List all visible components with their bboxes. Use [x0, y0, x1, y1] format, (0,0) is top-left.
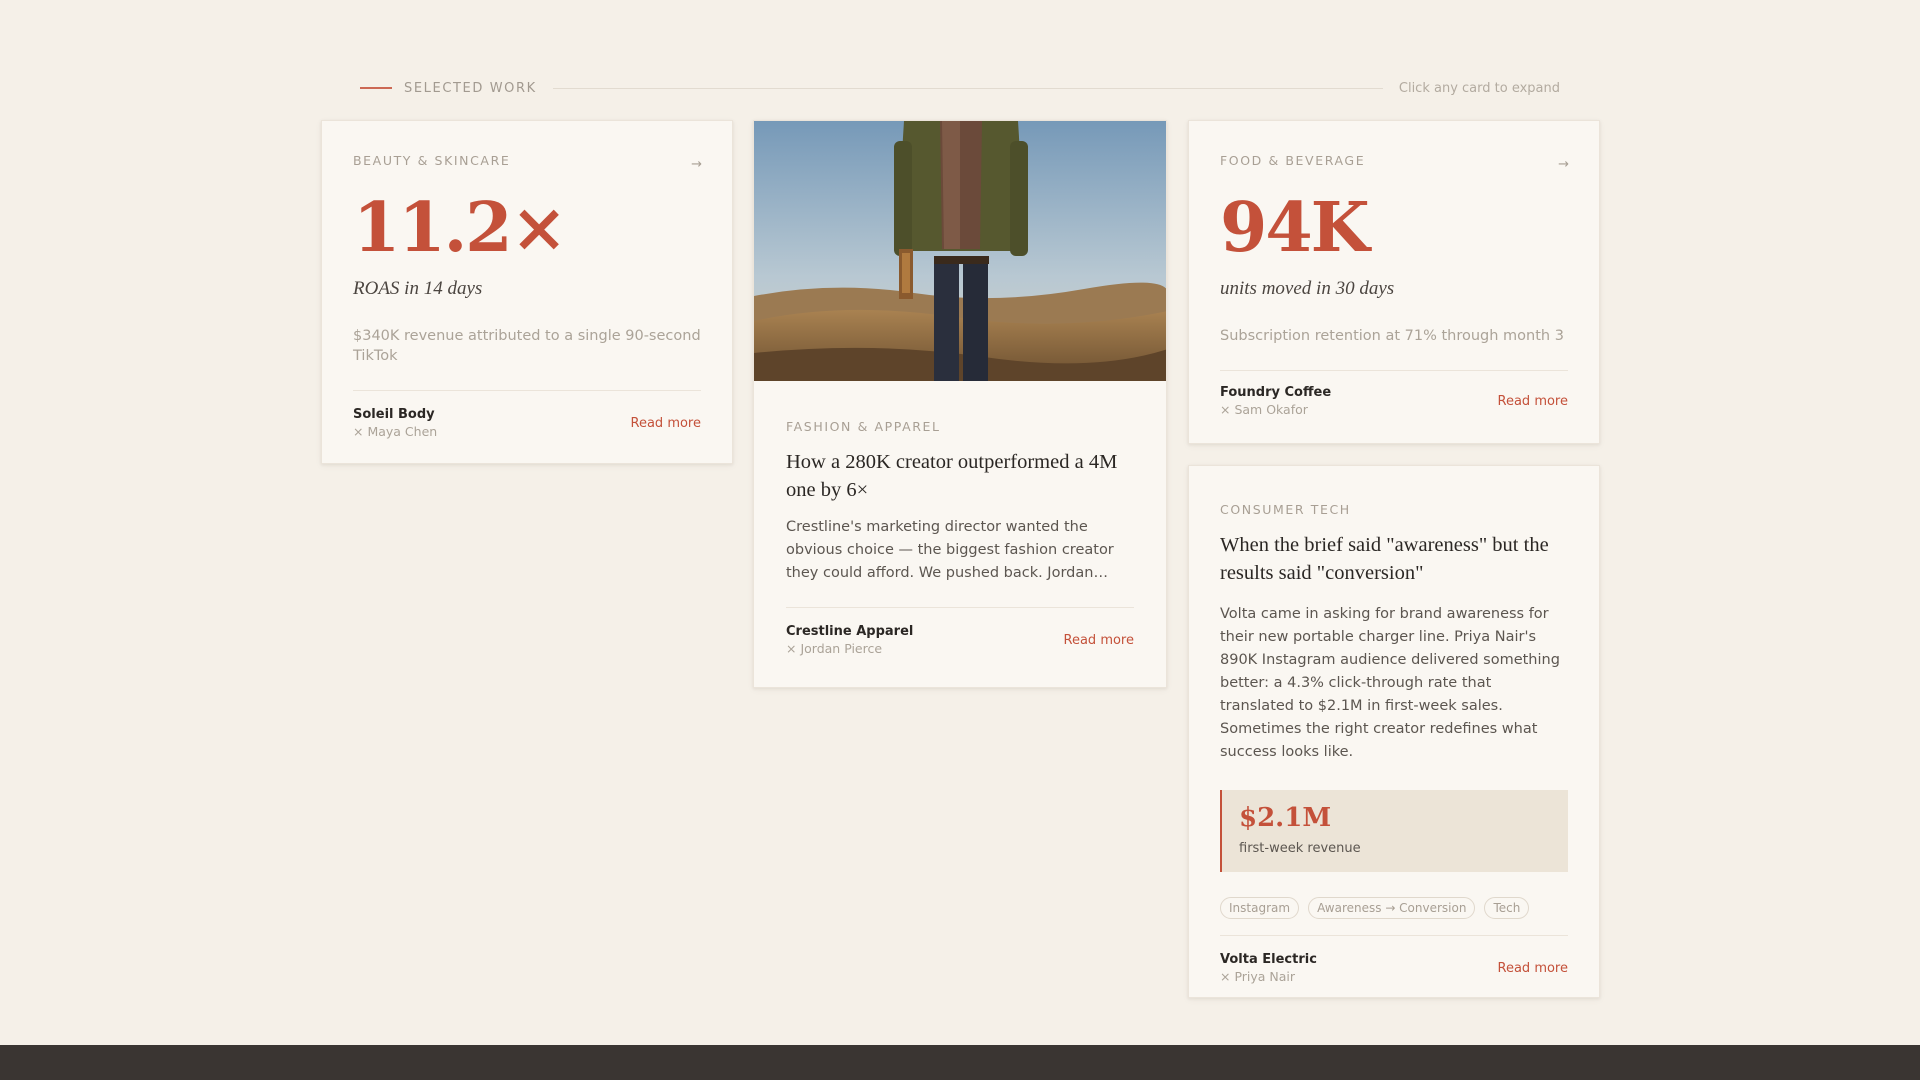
section-header: SELECTED WORK Click any card to expand: [360, 80, 1560, 96]
arrow-right-icon[interactable]: →: [691, 157, 702, 172]
footer-bar: [0, 1045, 1920, 1080]
card-client-info: Foundry Coffee × Sam Okafor: [1220, 385, 1331, 417]
card-client-info: Crestline Apparel × Jordan Pierce: [786, 624, 913, 656]
case-study-card-crestline-apparel[interactable]: FASHION & APPAREL How a 280K creator out…: [753, 120, 1167, 688]
case-study-card-soleil-body[interactable]: BEAUTY & SKINCARE → 11.2× ROAS in 14 day…: [321, 120, 733, 464]
section-divider: [552, 87, 1383, 89]
card-client-info: Volta Electric × Priya Nair: [1220, 952, 1317, 984]
card-divider: [353, 390, 701, 391]
card-headline: How a 280K creator outperformed a 4M one…: [786, 451, 1118, 501]
creator-name: × Jordan Pierce: [786, 641, 883, 656]
creator-name: × Maya Chen: [353, 424, 438, 439]
read-more-link[interactable]: Read more: [1498, 394, 1568, 409]
metric-label: first-week revenue: [1239, 840, 1361, 856]
section-accent-line: [360, 87, 392, 89]
section-title: SELECTED WORK: [404, 80, 537, 96]
metric-value: $2.1M: [1239, 803, 1332, 833]
card-divider: [786, 607, 1134, 608]
card-category: BEAUTY & SKINCARE: [353, 153, 511, 168]
card-description: Subscription retention at 71% through mo…: [1220, 328, 1564, 344]
card-category: FOOD & BEVERAGE: [1220, 153, 1366, 168]
card-footer: Volta Electric × Priya Nair Read more: [1220, 952, 1568, 984]
read-more-link[interactable]: Read more: [631, 416, 701, 431]
tag: Tech: [1484, 897, 1530, 919]
creator-name: × Sam Okafor: [1220, 402, 1308, 417]
client-name: Soleil Body: [353, 407, 435, 422]
card-body: Crestline's marketing director wanted th…: [786, 519, 1114, 581]
creator-photo-illustration: [754, 121, 1166, 381]
card-divider: [1220, 370, 1568, 371]
client-name: Crestline Apparel: [786, 624, 914, 639]
tag: Awareness → Conversion: [1308, 897, 1476, 919]
read-more-link[interactable]: Read more: [1498, 961, 1568, 976]
tag: Instagram: [1220, 897, 1300, 919]
arrow-right-icon[interactable]: →: [1558, 157, 1569, 172]
card-headline: When the brief said "awareness" but the …: [1220, 534, 1549, 584]
client-name: Volta Electric: [1220, 952, 1317, 967]
metric-callout: $2.1M first-week revenue: [1220, 790, 1568, 872]
card-description: $340K revenue attributed to a single 90-…: [353, 328, 701, 364]
card-stat-label: ROAS in 14 days: [353, 278, 483, 299]
client-name: Foundry Coffee: [1220, 385, 1332, 400]
card-category: CONSUMER TECH: [1220, 502, 1351, 517]
creator-name: × Priya Nair: [1220, 969, 1296, 984]
card-footer: Soleil Body × Maya Chen Read more: [353, 407, 701, 439]
card-hero-image: [754, 121, 1166, 381]
card-client-info: Soleil Body × Maya Chen: [353, 407, 437, 439]
card-footer: Crestline Apparel × Jordan Pierce Read m…: [786, 624, 1134, 656]
read-more-link[interactable]: Read more: [1064, 633, 1134, 648]
section-hint: Click any card to expand: [1398, 80, 1560, 96]
card-stat: 11.2×: [353, 188, 568, 268]
card-stat: 94K: [1220, 188, 1370, 268]
card-divider: [1220, 935, 1568, 936]
case-study-card-foundry-coffee[interactable]: FOOD & BEVERAGE → 94K units moved in 30 …: [1188, 120, 1600, 444]
case-study-card-volta-electric[interactable]: CONSUMER TECH When the brief said "aware…: [1188, 465, 1600, 998]
card-body: Volta came in asking for brand awareness…: [1220, 606, 1560, 760]
tag-list: Instagram Awareness → Conversion Tech: [1220, 897, 1568, 919]
card-category: FASHION & APPAREL: [786, 419, 941, 434]
card-footer: Foundry Coffee × Sam Okafor Read more: [1220, 385, 1568, 417]
card-stat-label: units moved in 30 days: [1220, 278, 1395, 299]
